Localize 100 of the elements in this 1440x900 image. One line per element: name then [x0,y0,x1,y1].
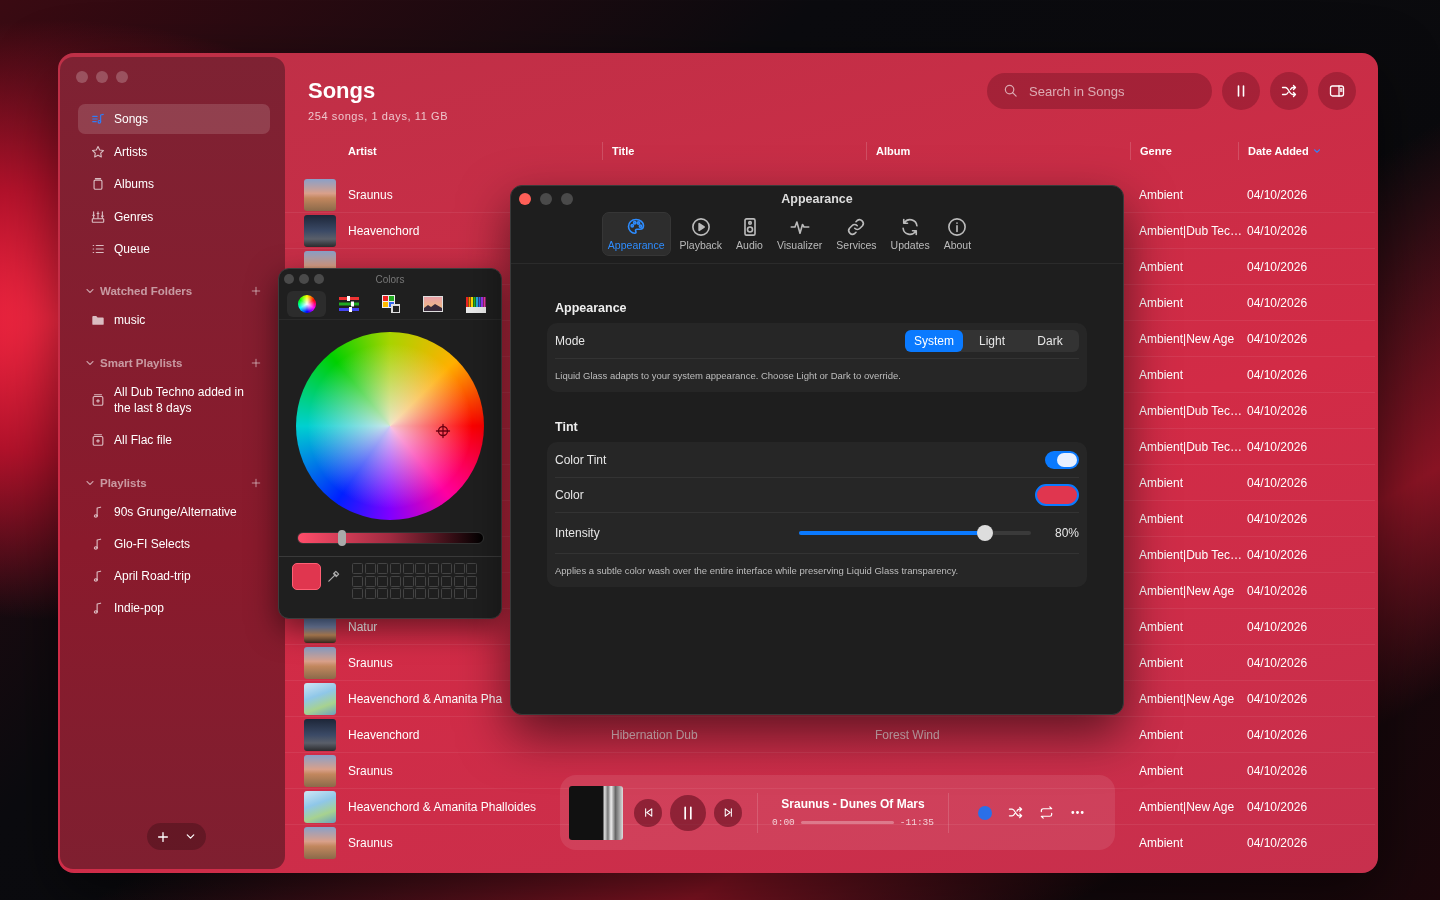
color-slot[interactable] [377,575,389,587]
remaining-time: -11:35 [899,817,934,828]
color-slot[interactable] [466,588,478,600]
color-slot[interactable] [364,588,376,600]
window-control[interactable] [76,71,88,83]
color-slot[interactable] [364,563,376,574]
color-slot[interactable] [352,588,363,600]
table-cell: Ambient [1139,295,1184,310]
window-control[interactable] [540,193,552,205]
color-slot[interactable] [377,588,389,600]
brightness-slider[interactable] [296,532,484,544]
color-slot[interactable] [415,588,427,600]
sidebar-toggle-button[interactable] [1318,72,1356,110]
sidebar-item[interactable]: 90s Grunge/Alternative [78,496,270,528]
instruments-icon [91,209,105,224]
color-slot[interactable] [415,563,427,574]
settings-tab[interactable]: Updates [885,212,935,256]
color-slot[interactable] [453,575,465,587]
palette-icon [626,217,647,237]
progress-bar[interactable] [800,821,894,824]
setting-label: Color Tint [555,452,607,467]
slider-thumb[interactable] [976,525,993,541]
sidebar-item[interactable]: Albums [78,169,270,199]
column-header[interactable]: Genre [1130,142,1247,160]
play-icon [690,217,711,237]
color-slot[interactable] [352,575,363,587]
table-cell: 04/10/2026 [1247,475,1308,490]
section-title[interactable]: Smart Playlists [100,357,246,369]
color-slot[interactable] [402,588,414,600]
table-cell: Ambient [1139,727,1184,742]
column-header[interactable]: Album [866,142,1139,160]
sidebar-item[interactable]: Glo-FI Selects [78,528,270,560]
segment-option[interactable]: Light [963,329,1021,352]
color-slot[interactable] [440,588,452,600]
slider-thumb[interactable] [337,530,346,546]
color-slot[interactable] [390,575,402,587]
play-pause-button[interactable] [670,794,706,831]
section-title[interactable]: Watched Folders [100,285,246,297]
color-slot[interactable] [415,575,427,587]
color-slot[interactable] [453,588,465,600]
help-text: Applies a subtle color wash over the entire interface while preserving Liquid Glass transparency. [555,564,960,578]
sidebar-item[interactable]: Genres [78,201,270,232]
eyedropper-icon [326,569,341,584]
segment-option[interactable]: Dark [1021,329,1079,352]
color-slot[interactable] [466,563,478,574]
current-color-swatch[interactable] [292,563,321,590]
previous-button[interactable] [634,798,662,827]
window-control[interactable] [96,71,108,83]
color-slot[interactable] [364,575,376,587]
column-header[interactable]: Date Added [1238,142,1350,160]
sidebar-item[interactable]: April Road-trip [78,560,270,592]
window-title: Appearance [781,192,853,206]
window-control[interactable] [116,71,128,83]
color-slot[interactable] [440,575,452,587]
section-heading: Appearance [555,301,628,315]
color-slot[interactable] [428,575,440,587]
table-cell: 04/10/2026 [1247,836,1308,850]
color-slot[interactable] [352,563,363,574]
sidebar-item[interactable]: All Dub Techno added in the last 8 days [78,376,270,424]
close-button[interactable] [519,193,531,205]
sidebar-item[interactable]: Queue [78,234,270,264]
color-slot[interactable] [402,575,414,587]
settings-tab[interactable]: Audio [731,212,768,256]
color-slot[interactable] [390,563,402,574]
shuffle-button[interactable] [1270,72,1308,110]
pause-button[interactable] [1222,72,1260,110]
picker-mode-tab[interactable] [287,291,326,317]
toggle-switch[interactable] [1045,450,1079,469]
color-slot[interactable] [390,588,402,600]
section-title[interactable]: Playlists [100,477,246,489]
add-button[interactable] [146,823,206,850]
color-well[interactable] [1035,484,1079,506]
sidebar-item[interactable]: Songs [78,104,270,134]
link-icon [846,217,867,237]
sidebar-item[interactable]: All Flac file [78,424,270,456]
window-control[interactable] [561,193,573,205]
sidebar-item[interactable]: Artists [78,136,270,167]
color-slot[interactable] [428,563,440,574]
color-slot[interactable] [402,563,414,574]
table-cell: 04/10/2026 [1247,799,1308,814]
column-header[interactable]: Title [602,142,875,160]
table-cell: Ambient|New Age [1139,691,1235,706]
sidebar-item[interactable]: Indie-pop [78,592,270,624]
settings-tab[interactable]: Appearance [601,212,671,256]
sidebar-item[interactable]: music [78,304,270,336]
next-button[interactable] [714,798,742,827]
settings-tab[interactable]: Visualizer [771,212,828,256]
settings-tab[interactable]: Playback [674,212,728,256]
color-slot[interactable] [377,563,389,574]
color-slot[interactable] [466,575,478,587]
elapsed-time: 0:00 [772,817,795,828]
settings-tab[interactable]: About [938,212,977,256]
table-cell: Ambient [1139,511,1184,526]
segment-option[interactable]: System [905,329,963,352]
color-slot[interactable] [428,588,440,600]
color-slot[interactable] [440,563,452,574]
color-slot[interactable] [453,563,465,574]
settings-tab[interactable]: Services [831,212,882,256]
section-heading: Tint [555,420,579,434]
album-art-photo [569,785,623,840]
